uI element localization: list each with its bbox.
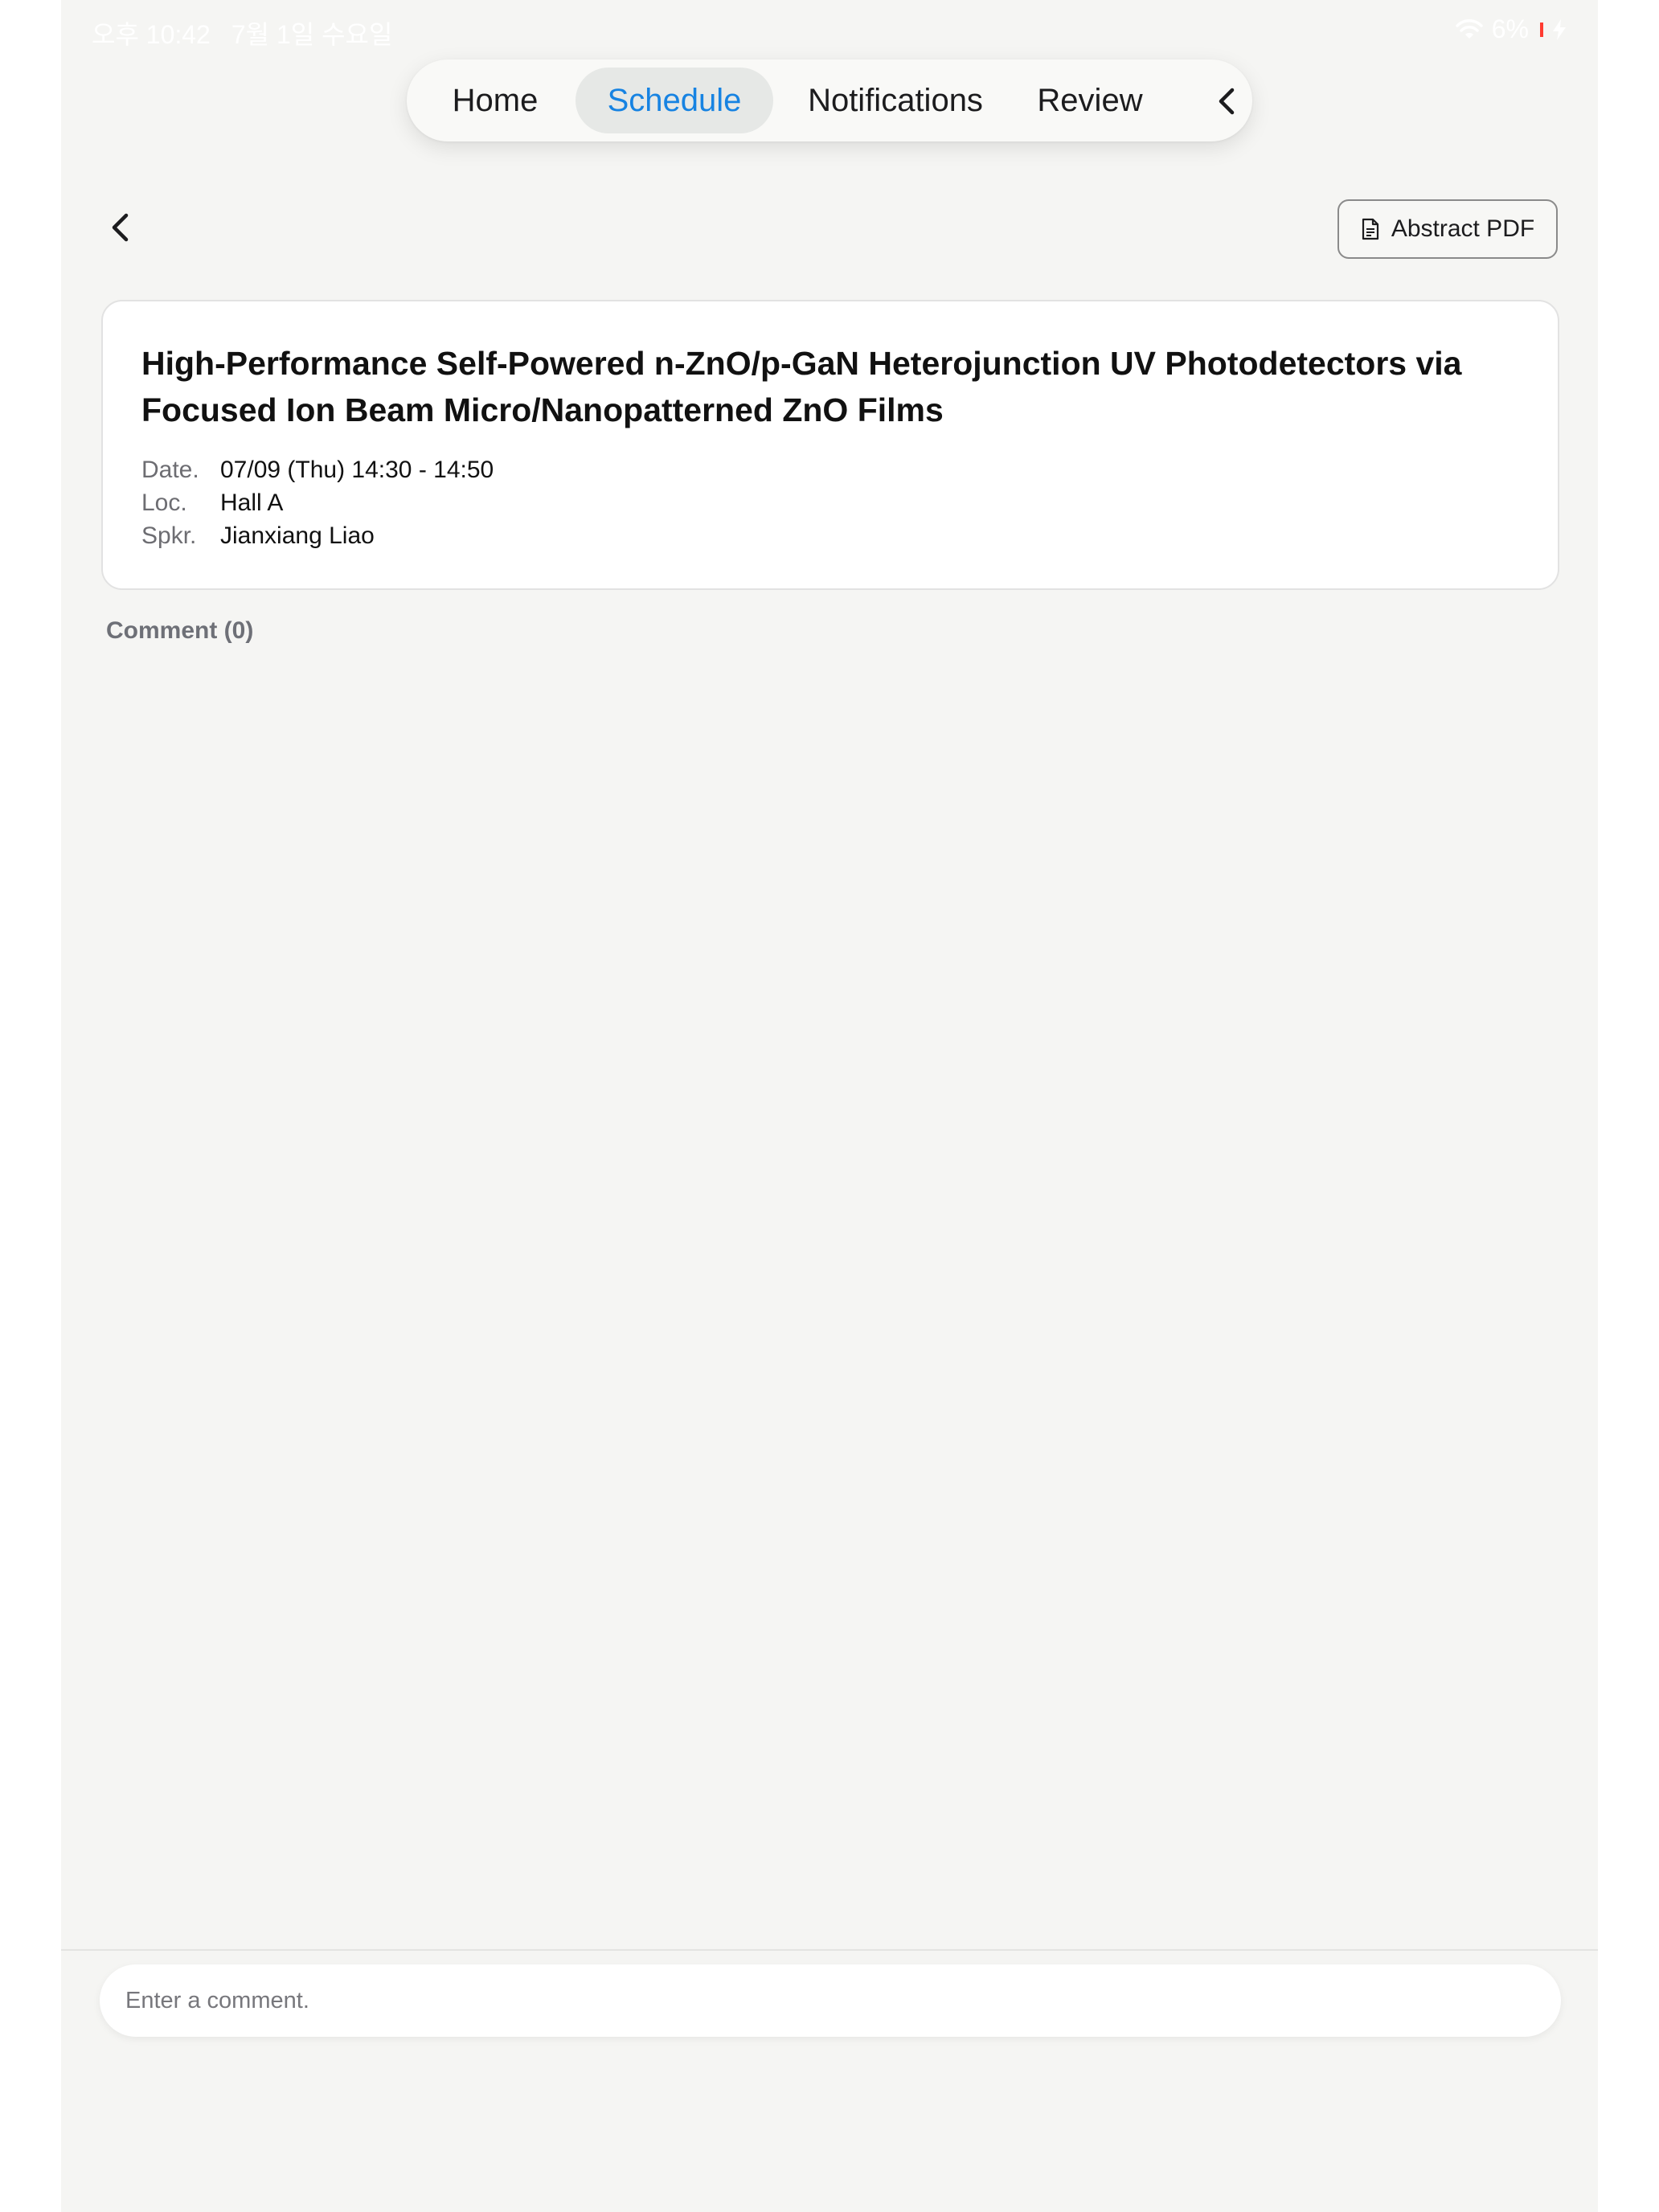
status-date: 7월 1일 수요일 [231,20,393,49]
document-icon [1362,218,1378,240]
date-label: Date. [141,457,199,483]
location-value: Hall A [220,490,284,516]
speaker-value: Jianxiang Liao [220,522,375,549]
wifi-icon [1456,18,1483,39]
session-card: High-Performance Self-Powered n-ZnO/p-Ga… [101,300,1559,590]
battery-icon [1540,22,1543,37]
date-value: 07/09 (Thu) 14:30 - 14:50 [220,457,494,483]
session-location-row: Loc. Hall A [141,487,283,519]
session-date-row: Date. 07/09 (Thu) 14:30 - 14:50 [141,454,494,486]
app-window: 오후 10:42 7월 1일 수요일 6% Home Schedule Notif… [61,0,1598,2212]
back-chevron-icon[interactable] [100,205,145,250]
chevron-left-icon[interactable] [1210,84,1246,119]
left-margin [0,0,61,2212]
location-label: Loc. [141,490,187,516]
top-nav: Home Schedule Notifications Review [407,59,1252,141]
tab-notifications[interactable]: Notifications [784,68,1006,133]
right-margin [1598,0,1659,2212]
speaker-label: Spkr. [141,522,197,549]
tab-review[interactable]: Review [1018,68,1162,133]
status-bar-right: 6% [1455,14,1567,44]
input-divider [61,1949,1598,1951]
tab-home[interactable]: Home [428,68,563,133]
comment-count: Comment (0) [106,617,254,644]
session-title: High-Performance Self-Powered n-ZnO/p-Ga… [141,345,1462,428]
abstract-pdf-label: Abstract PDF [1391,215,1535,242]
tab-schedule[interactable]: Schedule [576,68,773,133]
charging-bolt-icon [1553,18,1566,40]
session-speaker-row: Spkr. Jianxiang Liao [141,520,375,552]
status-bar-left: 오후 10:42 7월 1일 수요일 [92,14,413,51]
abstract-pdf-button[interactable]: Abstract PDF [1337,199,1558,259]
battery-percent: 6% [1491,14,1529,43]
status-time: 오후 10:42 [92,20,211,49]
comment-input[interactable] [100,1964,1561,2037]
